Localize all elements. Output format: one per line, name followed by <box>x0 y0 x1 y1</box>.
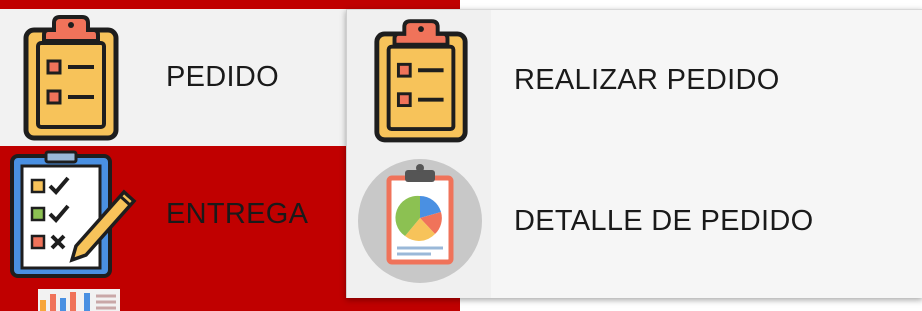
clipboard-list-icon <box>374 19 468 143</box>
menu-item-label-entrega: ENTREGA <box>166 198 309 230</box>
submenu-label-realizar-pedido: REALIZAR PEDIDO <box>514 64 780 96</box>
submenu-item-realizar-pedido[interactable]: REALIZAR PEDIDO <box>347 10 922 150</box>
menu-top-strip <box>0 0 460 9</box>
menu-item-label-pedido: PEDIDO <box>166 61 279 93</box>
clipboard-list-icon <box>23 15 119 141</box>
submenu-item-detalle-pedido[interactable]: DETALLE DE PEDIDO <box>347 152 922 292</box>
submenu-label-detalle-pedido: DETALLE DE PEDIDO <box>514 205 814 237</box>
chart-report-icon <box>38 289 120 311</box>
pedido-submenu: REALIZAR PEDIDO DETALLE DE PEDIDO <box>346 9 922 298</box>
pie-chart-report-icon <box>358 159 482 283</box>
checklist-pencil-icon <box>10 150 137 278</box>
